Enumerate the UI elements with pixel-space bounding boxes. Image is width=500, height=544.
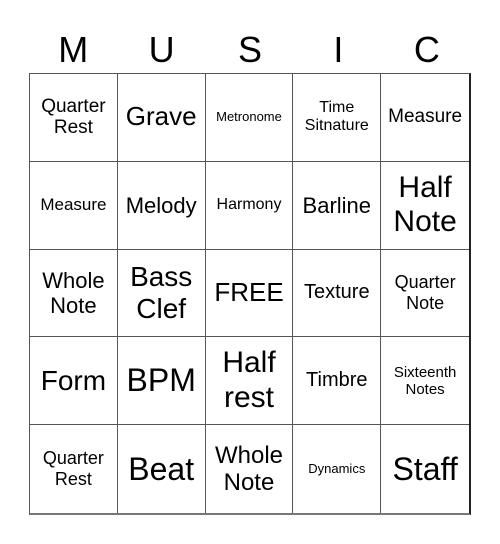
cell-label: Grave [125, 101, 197, 132]
cell-label: Whole Note [42, 267, 105, 318]
bingo-cell[interactable]: Form [30, 337, 118, 426]
header-letter-c: C [413, 29, 440, 70]
cell-label: Staff [392, 450, 458, 487]
bingo-cell[interactable]: Dynamics [293, 425, 382, 513]
cell-label: Form [40, 364, 107, 396]
bingo-cell[interactable]: Measure [381, 74, 469, 162]
cell-label: Timbre [306, 369, 368, 392]
bingo-cell[interactable]: Measure [30, 161, 118, 250]
bingo-cell[interactable]: Quarter Rest [30, 425, 118, 513]
cell-label: Dynamics [308, 460, 366, 476]
header-letter-i: I [333, 29, 344, 70]
cell-label: FREE [214, 277, 284, 308]
header-letter-s: S [238, 29, 263, 70]
bingo-cell[interactable]: Quarter Note [381, 250, 469, 338]
cell-label: Bass Clef [130, 260, 193, 324]
bingo-cell[interactable]: Whole Note [206, 425, 294, 513]
bingo-cell[interactable]: Quarter Rest [30, 74, 118, 162]
free-space-cell[interactable]: FREE [205, 249, 294, 338]
cell-label: BPM [126, 362, 196, 399]
bingo-cell[interactable]: Half Note [381, 162, 469, 250]
cell-label: Harmony [216, 196, 282, 213]
cell-label: Texture [303, 281, 370, 304]
bingo-cell[interactable]: Bass Clef [117, 249, 206, 338]
cell-label: Quarter Rest [41, 95, 106, 139]
bingo-header: M U S I C [29, 28, 471, 72]
cell-label: Metronome [216, 108, 282, 124]
cell-label: Half Note [393, 170, 457, 239]
bingo-cell[interactable]: Time Sitnature [293, 74, 382, 162]
bingo-cell[interactable]: Barline [293, 161, 382, 250]
bingo-cell[interactable]: Melody [117, 161, 206, 250]
bingo-cell[interactable]: Timbre [293, 337, 382, 426]
cell-label: Quarter Note [394, 272, 456, 313]
cell-label: Beat [128, 450, 195, 487]
bingo-cell[interactable]: Whole Note [30, 249, 118, 338]
bingo-grid: Quarter Rest Grave Metronome Time Sitnat… [29, 73, 471, 515]
bingo-cell[interactable]: Harmony [205, 161, 294, 250]
bingo-cell[interactable]: Sixteenth Notes [381, 337, 469, 426]
bingo-cell[interactable]: Beat [118, 425, 206, 513]
bingo-cell[interactable]: Half rest [205, 337, 294, 426]
cell-label: Sixteenth Notes [393, 363, 457, 398]
cell-label: Whole Note [214, 441, 283, 497]
cell-label: Time Sitnature [304, 99, 369, 135]
header-letter-u: U [148, 29, 175, 70]
bingo-cell[interactable]: Metronome [205, 74, 294, 162]
cell-label: Measure [388, 106, 463, 128]
cell-label: Measure [40, 195, 107, 215]
cell-label: Barline [302, 192, 372, 218]
bingo-cell[interactable]: Texture [293, 249, 382, 338]
cell-label: Half rest [222, 346, 276, 414]
header-letter-m: M [58, 29, 89, 70]
bingo-cell[interactable]: Staff [381, 425, 469, 513]
cell-label: Melody [125, 192, 197, 218]
bingo-cell[interactable]: BPM [117, 337, 206, 426]
cell-label: Quarter Rest [42, 448, 104, 490]
bingo-cell[interactable]: Grave [117, 74, 206, 162]
